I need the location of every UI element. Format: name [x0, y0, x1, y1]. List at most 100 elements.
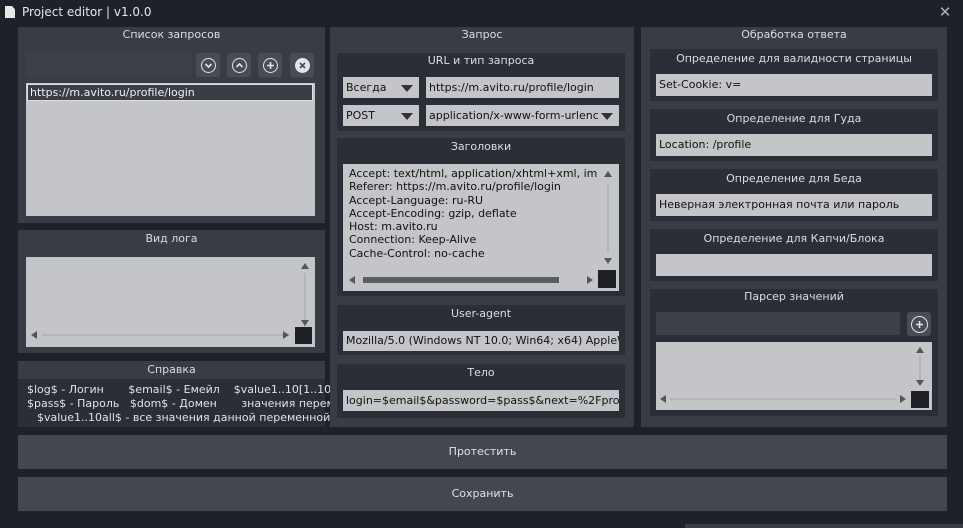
- help-content: $log$ - Логин $email$ - Емейл $value1..1…: [18, 379, 371, 427]
- scroll-up-icon[interactable]: [301, 263, 309, 269]
- test-button[interactable]: Протестить: [18, 435, 947, 469]
- remove-request-button[interactable]: [290, 53, 314, 77]
- header-line: Accept-Encoding: gzip, deflate: [349, 206, 517, 220]
- help-line-3: $value1..10all$ - все значения данной пе…: [37, 411, 331, 424]
- body-input[interactable]: login=$email$&password=$pass$&next=%2Fpr…: [343, 390, 619, 411]
- help-line-2: $pass$ - Пароль $dom$ - Домен значения п…: [27, 397, 372, 410]
- close-icon[interactable]: ✕: [936, 3, 954, 21]
- remove-icon: [294, 57, 310, 73]
- parser-input[interactable]: [656, 312, 900, 335]
- scroll-right-icon[interactable]: [283, 331, 289, 339]
- log-view[interactable]: [26, 257, 315, 347]
- headers-lines: Accept: text/html, application/xhtml+xml…: [349, 167, 597, 260]
- request-panel-title: Запрос: [461, 28, 503, 41]
- parser-section-title: Парсер значений: [744, 290, 844, 303]
- scroll-down-icon[interactable]: [604, 258, 612, 264]
- dropdown-arrow-icon: [401, 113, 413, 120]
- scroll-up-icon[interactable]: [916, 347, 924, 353]
- bad-input[interactable]: Неверная электронная почта или пароль: [656, 194, 932, 216]
- add-request-button[interactable]: [258, 53, 282, 77]
- user-agent-input[interactable]: Mozilla/5.0 (Windows NT 10.0; Win64; x64…: [343, 331, 619, 351]
- chevron-down-icon: [200, 57, 216, 73]
- document-icon: [5, 6, 15, 18]
- log-panel: Вид лога: [18, 230, 325, 353]
- plus-icon: [910, 315, 928, 333]
- body-section: Тело login=$email$&password=$pass$&next=…: [337, 364, 625, 418]
- url-input[interactable]: https://m.avito.ru/profile/login: [426, 77, 619, 98]
- requests-search-input[interactable]: [26, 53, 192, 77]
- content-type-select[interactable]: application/x-www-form-urlencoded: [426, 105, 619, 126]
- captcha-input[interactable]: [656, 254, 932, 276]
- bad-section-title: Определение для Беда: [726, 172, 862, 185]
- url-section-title: URL и тип запроса: [427, 54, 535, 67]
- add-parser-button[interactable]: [907, 312, 931, 336]
- dropdown-arrow-icon: [401, 85, 413, 92]
- scroll-up-icon[interactable]: [604, 171, 612, 177]
- request-mode-select[interactable]: Всегда: [343, 77, 419, 98]
- good-input[interactable]: Location: /profile: [656, 134, 932, 156]
- request-mode-value: Всегда: [346, 81, 387, 94]
- scroll-right-icon[interactable]: [900, 395, 906, 403]
- header-line: Referer: https://m.avito.ru/profile/logi…: [349, 180, 561, 194]
- scroll-down-icon[interactable]: [916, 380, 924, 386]
- status-strip: [685, 524, 963, 528]
- response-panel: Обработка ответа Определение для валидно…: [641, 27, 947, 427]
- bad-section: Определение для Беда Неверная электронна…: [650, 169, 938, 221]
- move-up-button[interactable]: [227, 53, 251, 77]
- requests-panel-title: Список запросов: [122, 28, 221, 41]
- scrollbar-corner: [295, 327, 312, 344]
- title-bar: Project editor | v1.0.0 ✕: [0, 0, 963, 26]
- horizontal-scrollbar-thumb[interactable]: [363, 277, 559, 283]
- help-panel-title: Справка: [147, 363, 196, 376]
- requests-panel: Список запросов https://m.avito.ru/profi…: [18, 27, 325, 223]
- help-panel: Справка $log$ - Логин $email$ - Емейл $v…: [18, 361, 371, 427]
- response-panel-title: Обработка ответа: [741, 28, 847, 41]
- header-line: Accept-Language: ru-RU: [349, 193, 484, 207]
- valid-section-title: Определение для валидности страницы: [676, 52, 912, 65]
- requests-list[interactable]: https://m.avito.ru/profile/login: [26, 83, 315, 216]
- scroll-left-icon[interactable]: [660, 395, 666, 403]
- horizontal-scrollbar[interactable]: [670, 398, 896, 400]
- captcha-section: Определение для Капчи/Блока: [650, 229, 938, 281]
- method-value: POST: [346, 109, 375, 122]
- header-line: Host: m.avito.ru: [349, 220, 438, 234]
- valid-section: Определение для валидности страницы Set-…: [650, 49, 938, 101]
- scroll-left-icon[interactable]: [349, 276, 355, 284]
- good-section-title: Определение для Гуда: [726, 112, 862, 125]
- chevron-up-icon: [231, 57, 247, 73]
- plus-icon: [262, 57, 278, 73]
- request-url-label: https://m.avito.ru/profile/login: [30, 86, 195, 99]
- method-select[interactable]: POST: [343, 105, 419, 126]
- vertical-scrollbar[interactable]: [607, 184, 609, 252]
- parser-section: Парсер значений: [650, 289, 938, 416]
- list-item[interactable]: https://m.avito.ru/profile/login: [27, 84, 313, 101]
- headers-section-title: Заголовки: [450, 140, 512, 153]
- dropdown-arrow-icon: [601, 113, 613, 120]
- header-line: Cache-Control: no-cache: [349, 246, 485, 260]
- headers-textarea[interactable]: Accept: text/html, application/xhtml+xml…: [343, 164, 619, 291]
- move-down-button[interactable]: [196, 53, 220, 77]
- header-line: Connection: Keep-Alive: [349, 233, 477, 247]
- parser-list[interactable]: [656, 342, 932, 410]
- headers-section: Заголовки Accept: text/html, application…: [337, 138, 625, 296]
- user-agent-section: User-agent Mozilla/5.0 (Windows NT 10.0;…: [337, 305, 625, 355]
- valid-input[interactable]: Set-Cookie: v=: [656, 74, 932, 96]
- user-agent-section-title: User-agent: [450, 307, 512, 320]
- good-section: Определение для Гуда Location: /profile: [650, 109, 938, 161]
- save-button[interactable]: Сохранить: [18, 477, 947, 511]
- scrollbar-corner: [598, 270, 616, 288]
- request-panel: Запрос URL и тип запроса Всегда https://…: [330, 27, 634, 427]
- header-line: Accept: text/html, application/xhtml+xml…: [349, 167, 597, 180]
- url-section: URL и тип запроса Всегда https://m.avito…: [337, 53, 625, 131]
- scroll-left-icon[interactable]: [31, 331, 37, 339]
- horizontal-scrollbar[interactable]: [42, 334, 290, 336]
- scrollbar-corner: [911, 391, 929, 408]
- vertical-scrollbar[interactable]: [919, 356, 921, 382]
- body-section-title: Тело: [467, 366, 495, 379]
- scroll-right-icon[interactable]: [587, 276, 593, 284]
- captcha-section-title: Определение для Капчи/Блока: [703, 232, 885, 245]
- help-line-1: $log$ - Логин $email$ - Емейл $value1..1…: [27, 383, 357, 396]
- window-title: Project editor | v1.0.0: [22, 5, 152, 19]
- scroll-down-icon[interactable]: [301, 320, 309, 326]
- content-type-value: application/x-www-form-urlencoded: [429, 109, 599, 122]
